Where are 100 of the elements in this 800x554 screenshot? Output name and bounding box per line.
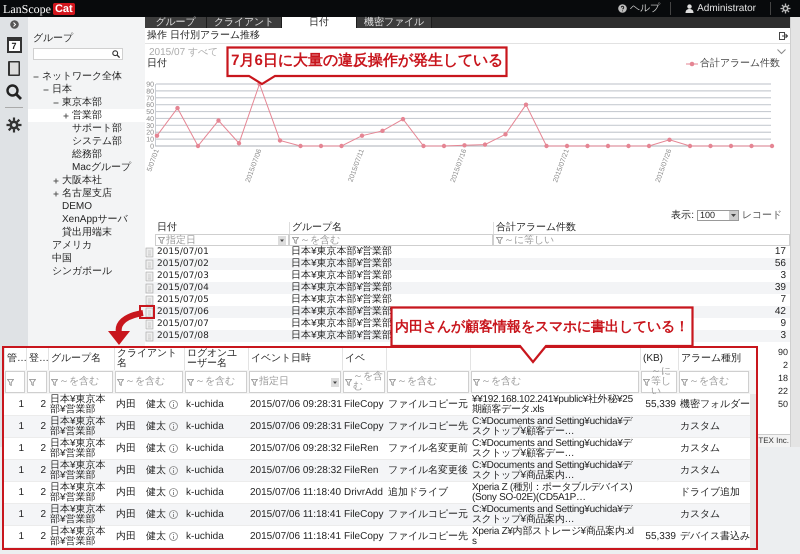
- info-icon[interactable]: [169, 510, 178, 519]
- column-header[interactable]: イベント日時: [251, 354, 311, 364]
- info-icon[interactable]: [169, 444, 178, 453]
- tree-item[interactable]: サポート部: [28, 122, 145, 135]
- tree-item[interactable]: 日本: [28, 83, 145, 96]
- info-icon[interactable]: [169, 466, 178, 475]
- data-point: [318, 144, 324, 148]
- column-header[interactable]: 登…: [29, 354, 49, 364]
- table-cell-text: 日本¥東京本部¥営業部: [50, 394, 107, 414]
- search-icon[interactable]: [6, 84, 22, 100]
- footer-text: TEX Inc.: [758, 436, 789, 446]
- plus-icon[interactable]: [63, 112, 69, 118]
- table-cell: 2: [40, 510, 46, 520]
- table-cell: 55,339: [645, 532, 676, 542]
- info-icon[interactable]: [169, 488, 178, 497]
- table-cell-text: ¥¥192.168.102.241¥public¥社外秘¥25期顧客データ.xls: [472, 394, 634, 414]
- minus-icon[interactable]: [33, 74, 39, 80]
- book-icon[interactable]: [7, 60, 21, 77]
- data-point: [278, 138, 282, 143]
- funnel-icon: [292, 236, 300, 244]
- funnel-icon: [117, 378, 124, 386]
- tree-item[interactable]: Macグループ: [28, 161, 145, 174]
- table-cell: 7: [780, 294, 786, 306]
- scrollbar[interactable]: [750, 394, 756, 548]
- search-field[interactable]: [33, 48, 123, 60]
- plus-icon[interactable]: [53, 178, 59, 184]
- column-header[interactable]: 管…: [7, 354, 27, 364]
- table-cell: 2: [40, 422, 46, 432]
- scrollbar[interactable]: [790, 17, 800, 447]
- settings-icon[interactable]: [6, 117, 22, 133]
- tree-item[interactable]: アメリカ: [28, 239, 145, 252]
- callout-text: 7月6日に大量の違反操作が発生している: [231, 52, 503, 70]
- table-cell: 3: [780, 330, 786, 342]
- table-cell-text: 日本¥東京本部¥営業部: [50, 438, 107, 458]
- plus-icon[interactable]: [53, 190, 59, 196]
- tab[interactable]: クライアント: [207, 17, 282, 28]
- calendar-icon[interactable]: 7: [6, 37, 22, 53]
- table-cell: 2015/07/06 11:18:41: [250, 510, 342, 520]
- expand-icon[interactable]: [10, 20, 18, 29]
- column-header[interactable]: グループ名: [51, 354, 101, 364]
- help-link[interactable]: ヘルプ: [618, 2, 672, 15]
- tree-item[interactable]: 中国: [28, 252, 145, 265]
- tab[interactable]: グループ: [145, 17, 207, 28]
- search-icon[interactable]: [112, 50, 120, 58]
- table-cell: 2: [40, 532, 46, 542]
- funnel-icon: [345, 378, 352, 386]
- column-header[interactable]: アラーム種別: [681, 354, 741, 364]
- tree-item[interactable]: 大阪本社: [28, 174, 145, 187]
- info-icon[interactable]: [169, 400, 178, 409]
- table-cell: 55,339: [645, 400, 676, 410]
- table-cell: 1: [18, 510, 24, 520]
- settings-icon[interactable]: [780, 3, 791, 14]
- tree-item[interactable]: 名古屋支店: [28, 187, 145, 200]
- minus-icon[interactable]: [43, 86, 49, 92]
- column-header[interactable]: クライアント名: [117, 349, 182, 369]
- column-header[interactable]: 日付: [156, 222, 177, 234]
- table-cell: k-uchida: [186, 532, 224, 542]
- tree-item[interactable]: 貸出用端末: [28, 226, 145, 239]
- info-icon[interactable]: [169, 422, 178, 431]
- caret-icon[interactable]: [278, 236, 286, 244]
- tree-item[interactable]: 東京本部: [28, 96, 145, 109]
- table-cell-text: C:¥Documents and Setting¥uchida¥デスクトップ¥顧客デー…: [472, 438, 634, 458]
- table-cell: 39: [774, 282, 786, 294]
- chart-label: 日付: [147, 58, 167, 70]
- tree-item[interactable]: 営業部: [28, 109, 145, 122]
- tree-item[interactable]: 総務部: [28, 148, 145, 161]
- tab[interactable]: 機密ファイル: [357, 17, 432, 28]
- filter-field[interactable]: [27, 371, 47, 393]
- column-header[interactable]: イベ: [345, 354, 365, 364]
- tree-item[interactable]: システム部: [28, 135, 145, 148]
- caret-icon[interactable]: [331, 378, 339, 386]
- table-cell: ドライブ追加: [680, 488, 740, 498]
- table-cell: 1: [18, 488, 24, 498]
- table-cell: FileCopy: [344, 532, 384, 542]
- data-point: [626, 144, 631, 148]
- document-icon[interactable]: [145, 306, 155, 318]
- tree-item[interactable]: DEMO: [28, 200, 145, 213]
- document-icon[interactable]: [145, 294, 155, 306]
- tree-item[interactable]: ネットワーク全体: [28, 70, 145, 83]
- document-icon[interactable]: [145, 318, 155, 330]
- table-cell: 2: [40, 444, 46, 454]
- column-header[interactable]: (KB): [643, 354, 663, 364]
- tree-item[interactable]: シンガポール: [28, 265, 145, 278]
- data-point: [749, 144, 754, 148]
- filter-field[interactable]: [5, 371, 25, 393]
- table-cell: 3: [780, 270, 786, 282]
- data-point: [196, 144, 200, 148]
- column-header[interactable]: ログオンユーザー名: [187, 349, 246, 369]
- records-select[interactable]: 100: [697, 210, 739, 220]
- export-icon[interactable]: [779, 32, 788, 40]
- data-point: [667, 138, 672, 142]
- tab[interactable]: 日付: [282, 17, 357, 28]
- user-menu[interactable]: Administrator: [671, 2, 771, 15]
- info-icon[interactable]: [169, 532, 178, 541]
- column-header[interactable]: 合計アラーム件数: [496, 222, 576, 234]
- chevron-down-icon[interactable]: [777, 49, 786, 55]
- minus-icon[interactable]: [53, 100, 59, 106]
- tree-item[interactable]: XenAppサーバ: [28, 213, 145, 226]
- table-cell: FileRen: [344, 466, 378, 476]
- column-header[interactable]: グループ名: [292, 222, 342, 234]
